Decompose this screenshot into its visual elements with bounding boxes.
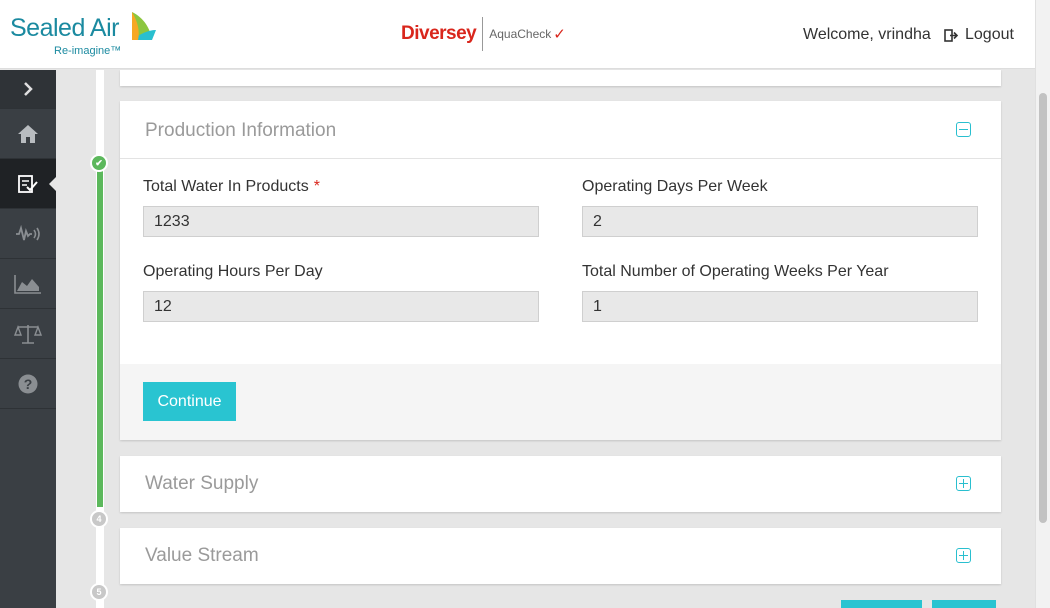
waveform-icon	[16, 224, 40, 240]
sidebar-nav: ?	[0, 70, 56, 608]
step-complete-check-icon: ✔	[90, 154, 108, 172]
scale-icon	[14, 324, 42, 344]
area-chart-icon	[14, 274, 41, 294]
expand-plus-icon[interactable]	[956, 476, 971, 491]
checkmark-icon: ✓	[553, 26, 566, 43]
svg-text:?: ?	[24, 376, 33, 392]
operating-weeks-label: Total Number of Operating Weeks Per Year	[582, 263, 889, 280]
collapse-minus-icon[interactable]	[956, 122, 971, 137]
continue-button[interactable]: Continue	[143, 382, 236, 421]
footer-action-button[interactable]	[841, 600, 922, 608]
app-header: Sealed Air Re-imagine™ Diversey AquaChec…	[0, 0, 1035, 69]
chevron-right-icon	[24, 82, 33, 96]
logout-label: Logout	[965, 26, 1014, 43]
sealed-air-logo[interactable]: Sealed Air Re-imagine™	[10, 12, 156, 57]
expand-plus-icon[interactable]	[956, 548, 971, 563]
sidebar-expand-toggle[interactable]	[0, 70, 56, 109]
diversey-wordmark: Diversey	[401, 23, 477, 44]
footer-action-button[interactable]	[932, 600, 996, 608]
section-title: Water Supply	[145, 473, 259, 494]
welcome-text: Welcome, vrindha	[803, 26, 931, 43]
total-water-input[interactable]	[143, 206, 539, 237]
operating-hours-input[interactable]	[143, 291, 539, 322]
page-scrollbar[interactable]	[1035, 0, 1050, 608]
progress-timeline-completed	[97, 163, 103, 507]
sidebar-item-compare[interactable]	[0, 309, 56, 359]
logo-divider	[482, 17, 484, 51]
sealed-air-tagline: Re-imagine™	[54, 45, 122, 57]
sail-logo-icon	[132, 12, 156, 40]
home-icon	[18, 124, 38, 143]
step-marker: 5	[90, 583, 108, 601]
production-information-panel: Production Information Total Water In Pr…	[120, 101, 1001, 440]
scrollbar-thumb[interactable]	[1039, 93, 1047, 523]
operating-weeks-input[interactable]	[582, 291, 978, 322]
aquacheck-wordmark: AquaCheck	[489, 27, 552, 41]
previous-section-panel	[120, 70, 1001, 86]
operating-hours-label: Operating Hours Per Day	[143, 263, 323, 280]
sidebar-item-monitoring[interactable]	[0, 209, 56, 259]
total-water-label-text: Total Water In Products	[143, 178, 309, 195]
panel-footer: Continue	[120, 364, 1001, 440]
logout-icon	[944, 28, 959, 42]
production-information-header[interactable]: Production Information	[120, 101, 1001, 159]
operating-days-input[interactable]	[582, 206, 978, 237]
help-icon: ?	[18, 374, 38, 393]
diversey-aquacheck-logo: Diversey AquaCheck ✓	[401, 17, 566, 51]
sidebar-item-home[interactable]	[0, 109, 56, 159]
value-stream-panel[interactable]: Value Stream	[120, 528, 1001, 584]
section-title: Value Stream	[145, 545, 259, 566]
section-title: Production Information	[145, 120, 337, 141]
logout-button[interactable]: Logout	[944, 26, 1014, 44]
total-water-label: Total Water In Products *	[143, 178, 320, 196]
operating-days-label: Operating Days Per Week	[582, 178, 768, 195]
checklist-icon	[18, 174, 38, 193]
required-marker: *	[313, 178, 320, 195]
sealed-air-wordmark: Sealed Air	[10, 14, 119, 42]
sidebar-item-assessment[interactable]	[0, 159, 56, 209]
sidebar-item-reports[interactable]	[0, 259, 56, 309]
water-supply-panel[interactable]: Water Supply	[120, 456, 1001, 512]
sidebar-item-help[interactable]: ?	[0, 359, 56, 409]
step-marker: 4	[90, 510, 108, 528]
